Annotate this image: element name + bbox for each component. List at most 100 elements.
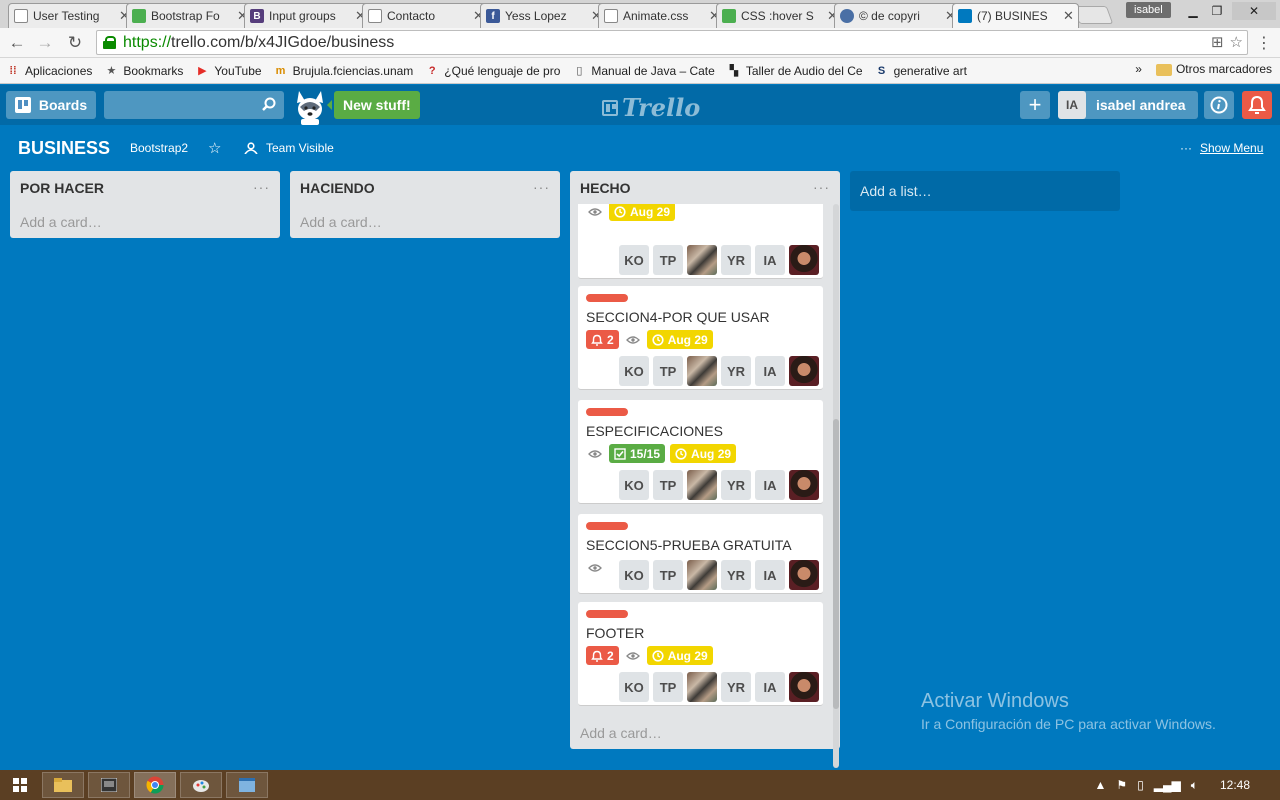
member-avatar[interactable]: TP: [653, 245, 683, 275]
bookmarks-overflow-icon[interactable]: »: [1135, 62, 1142, 76]
browser-tab[interactable]: User Testing ✕: [8, 3, 135, 28]
member-avatar[interactable]: KO: [619, 560, 649, 590]
list-menu-icon[interactable]: ···: [253, 179, 270, 195]
paint-icon[interactable]: [180, 772, 222, 798]
reload-icon[interactable]: ↻: [64, 32, 86, 54]
add-list-button[interactable]: Add a list…: [850, 171, 1120, 211]
info-button[interactable]: [1204, 91, 1234, 119]
board-org[interactable]: Bootstrap2: [130, 141, 188, 155]
bookmark-item[interactable]: ▚ Taller de Audio del Ce: [727, 64, 863, 78]
app-icon[interactable]: [88, 772, 130, 798]
other-bookmarks[interactable]: Otros marcadores: [1155, 62, 1272, 76]
profile-button[interactable]: isabel: [1126, 2, 1171, 18]
list-title[interactable]: HACIENDO: [300, 180, 375, 196]
member-avatar[interactable]: YR: [721, 560, 751, 590]
browser-tab[interactable]: © de copyri ✕: [834, 3, 961, 28]
member-photo-avatar[interactable]: [789, 560, 819, 590]
list-menu-icon[interactable]: ···: [813, 179, 830, 195]
card[interactable]: SECCION3-PASOSAug 29KOTPYRIA: [578, 204, 823, 279]
browser-tab[interactable]: (7) BUSINES ✕: [952, 3, 1079, 28]
bookmark-item[interactable]: ⁞⁞ Aplicaciones: [6, 64, 92, 78]
member-photo-avatar[interactable]: [789, 470, 819, 500]
boards-button[interactable]: Boards: [6, 91, 96, 119]
card[interactable]: ESPECIFICACIONES 15/15 Aug 29 KO TP YR IA: [578, 400, 823, 504]
member-avatar[interactable]: YR: [721, 245, 751, 275]
member-avatar[interactable]: KO: [619, 356, 649, 386]
member-avatar[interactable]: TP: [653, 672, 683, 702]
search-icon[interactable]: [262, 97, 276, 111]
member-avatar[interactable]: IA: [755, 470, 785, 500]
member-avatar[interactable]: IA: [755, 672, 785, 702]
browser-tab[interactable]: Contacto ✕: [362, 3, 489, 28]
new-stuff-button[interactable]: New stuff!: [327, 91, 420, 119]
member-avatar[interactable]: KO: [619, 672, 649, 702]
add-card-button[interactable]: Add a card…: [20, 214, 102, 230]
member-avatar[interactable]: YR: [721, 356, 751, 386]
bookmark-item[interactable]: ★ Bookmarks: [104, 64, 183, 78]
member-avatar[interactable]: IA: [755, 245, 785, 275]
back-icon[interactable]: ←: [6, 32, 28, 54]
add-card-button[interactable]: Add a card…: [300, 214, 382, 230]
flag-icon[interactable]: ⚑: [1116, 778, 1127, 792]
star-icon[interactable]: ☆: [208, 139, 221, 157]
member-photo-avatar[interactable]: [687, 356, 717, 386]
add-icon[interactable]: +: [1020, 91, 1050, 119]
visibility-button[interactable]: Team Visible: [244, 141, 334, 155]
member-avatar[interactable]: YR: [721, 470, 751, 500]
list-title[interactable]: HECHO: [580, 180, 631, 196]
member-avatar[interactable]: KO: [619, 245, 649, 275]
maximize-icon[interactable]: ❐: [1204, 2, 1230, 20]
tab-close-icon[interactable]: ✕: [1063, 8, 1074, 24]
scrollbar-thumb[interactable]: [833, 419, 839, 709]
member-avatar[interactable]: TP: [653, 356, 683, 386]
bookmark-star-icon[interactable]: ☆: [1230, 33, 1243, 51]
search-input[interactable]: [104, 91, 254, 119]
member-photo-avatar[interactable]: [687, 245, 717, 275]
bookmark-item[interactable]: ▯ Manual de Java – Cate: [572, 64, 714, 78]
browser-tab[interactable]: Bootstrap Fo ✕: [126, 3, 253, 28]
member-photo-avatar[interactable]: [789, 245, 819, 275]
browser-tab[interactable]: Animate.css ✕: [598, 3, 725, 28]
card[interactable]: SECCION4-POR QUE USAR 2 Aug 29 KO TP YR IA: [578, 286, 823, 390]
bookmark-item[interactable]: ? ¿Qué lenguaje de pro: [425, 64, 560, 78]
member-photo-avatar[interactable]: [687, 560, 717, 590]
member-photo-avatar[interactable]: [789, 672, 819, 702]
list-menu-icon[interactable]: ···: [533, 179, 550, 195]
card[interactable]: FOOTER 2 Aug 29 KO TP YR IA: [578, 602, 823, 706]
show-hidden-icons[interactable]: ▲: [1095, 778, 1107, 792]
browser-tab[interactable]: f Yess Lopez ✕: [480, 3, 607, 28]
browser-tab[interactable]: CSS :hover S ✕: [716, 3, 843, 28]
member-avatar[interactable]: TP: [653, 560, 683, 590]
notifications-button[interactable]: [1242, 91, 1272, 119]
member-avatar[interactable]: TP: [653, 470, 683, 500]
browser-tab[interactable]: B Input groups ✕: [244, 3, 371, 28]
board-title[interactable]: BUSINESS: [18, 138, 110, 159]
add-card-button[interactable]: Add a card…: [580, 725, 662, 741]
file-explorer-icon[interactable]: [42, 772, 84, 798]
member-photo-avatar[interactable]: [789, 356, 819, 386]
member-photo-avatar[interactable]: [687, 672, 717, 702]
chrome-menu-icon[interactable]: ⋮: [1256, 33, 1272, 53]
member-avatar[interactable]: KO: [619, 470, 649, 500]
network-icon[interactable]: ▂▄▆: [1154, 778, 1181, 792]
member-avatar[interactable]: IA: [755, 560, 785, 590]
husky-mascot-icon[interactable]: [292, 87, 328, 125]
volume-icon[interactable]: 🔈︎: [1191, 778, 1198, 793]
show-menu-button[interactable]: ··· Show Menu: [1180, 141, 1263, 155]
bookmark-item[interactable]: Sgenerative art: [875, 64, 967, 78]
list-scrollbar[interactable]: [833, 204, 839, 768]
minimize-icon[interactable]: ▁: [1180, 2, 1206, 20]
forward-icon[interactable]: →: [34, 32, 56, 54]
chrome-icon[interactable]: [134, 772, 176, 798]
window-icon[interactable]: [226, 772, 268, 798]
list-title[interactable]: POR HACER: [20, 180, 104, 196]
bookmark-item[interactable]: m Brujula.fciencias.unam: [274, 64, 414, 78]
windows-start-icon[interactable]: [0, 771, 40, 799]
card[interactable]: SECCION5-PRUEBA GRATUITA KO TP YR IA: [578, 514, 823, 594]
clock[interactable]: 12:48: [1220, 778, 1250, 792]
member-avatar[interactable]: IA: [755, 356, 785, 386]
translate-icon[interactable]: ⊞: [1211, 33, 1224, 51]
close-window-icon[interactable]: ✕: [1232, 2, 1276, 20]
trello-logo[interactable]: Trello: [602, 93, 700, 122]
battery-icon[interactable]: ▯: [1137, 778, 1144, 792]
